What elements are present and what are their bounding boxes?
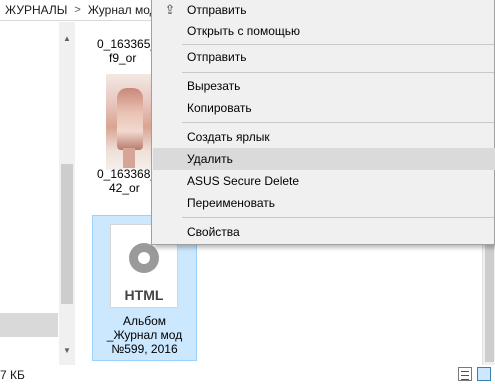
- menu-separator: [182, 122, 494, 123]
- html-icon-label: HTML: [124, 287, 164, 303]
- details-view-icon[interactable]: [458, 367, 472, 381]
- menu-separator: [182, 217, 494, 218]
- share-icon: ⇪: [164, 2, 176, 17]
- menu-item-label: Свойства: [187, 225, 240, 239]
- browser-logo-icon: [129, 243, 159, 273]
- file-item-1-name-line-2[interactable]: f9_or: [109, 51, 136, 65]
- details-view-line: [461, 371, 469, 372]
- selected-file-name-line-2: _Журнал мод: [106, 328, 183, 342]
- menu-item-send-to[interactable]: Отправить: [153, 46, 495, 68]
- menu-item-label: Переименовать: [187, 196, 275, 210]
- breadcrumb-journals[interactable]: ЖУРНАЛЫ: [3, 3, 69, 17]
- breadcrumb-current-folder[interactable]: Журнал мод: [86, 3, 159, 17]
- menu-item-share[interactable]: ⇪ Отправить: [153, 0, 495, 21]
- menu-item-label: Открыть с помощью: [187, 24, 301, 38]
- menu-item-label: Отправить: [187, 3, 247, 17]
- menu-item-create-shortcut[interactable]: Создать ярлык: [153, 126, 495, 148]
- details-view-line: [461, 379, 469, 380]
- scroll-down-arrow-icon[interactable]: ▼: [59, 346, 75, 355]
- menu-item-label: Удалить: [187, 152, 233, 166]
- menu-item-delete[interactable]: Удалить: [153, 148, 495, 170]
- menu-item-properties[interactable]: Свойства: [153, 221, 495, 243]
- breadcrumb-chevron-icon[interactable]: >: [69, 4, 85, 16]
- details-view-line: [461, 375, 469, 376]
- menu-item-label: Создать ярлык: [187, 130, 270, 144]
- selected-file-name-line-1: Альбом: [122, 314, 167, 328]
- menu-item-rename[interactable]: Переименовать: [153, 192, 495, 214]
- menu-item-cut[interactable]: Вырезать: [153, 75, 495, 97]
- navigation-scrollbar[interactable]: ▲ ▼: [59, 22, 75, 365]
- file-item-1-name-line-1[interactable]: 0_163365_: [97, 37, 157, 51]
- menu-item-label: Вырезать: [187, 79, 241, 93]
- photo-figure-legs: [123, 148, 135, 168]
- context-menu: ⇪ Отправить Открыть с помощью Отправить …: [151, 0, 495, 245]
- explorer-window: ЖУРНАЛЫ > Журнал мод ▲ ▼ 0_163365_ f9_or…: [0, 0, 495, 384]
- menu-separator: [182, 44, 494, 45]
- menu-separator: [182, 72, 494, 73]
- navigation-scrollbar-thumb[interactable]: [61, 164, 73, 304]
- status-bar: 7 КБ: [0, 365, 495, 384]
- fashion-photo-thumbnail[interactable]: [106, 74, 154, 170]
- large-icons-view-icon[interactable]: [477, 367, 491, 381]
- scroll-up-arrow-icon[interactable]: ▲: [59, 34, 75, 43]
- navigation-selected-item[interactable]: [0, 313, 58, 337]
- selected-file-name-line-3: №599, 2016: [111, 342, 178, 356]
- menu-item-label: ASUS Secure Delete: [187, 174, 300, 188]
- menu-item-asus-secure-delete[interactable]: ASUS Secure Delete: [153, 170, 495, 192]
- selection-size: 7 КБ: [0, 368, 25, 382]
- photo-figure: [117, 88, 143, 150]
- menu-item-label: Копировать: [187, 101, 252, 115]
- menu-item-open-with[interactable]: Открыть с помощью: [153, 20, 495, 42]
- menu-item-copy[interactable]: Копировать: [153, 97, 495, 119]
- file-item-2-name-line-1[interactable]: 0_163368_: [97, 167, 157, 181]
- file-item-2-name-line-2[interactable]: 42_or: [109, 181, 140, 195]
- menu-item-label: Отправить: [187, 50, 247, 64]
